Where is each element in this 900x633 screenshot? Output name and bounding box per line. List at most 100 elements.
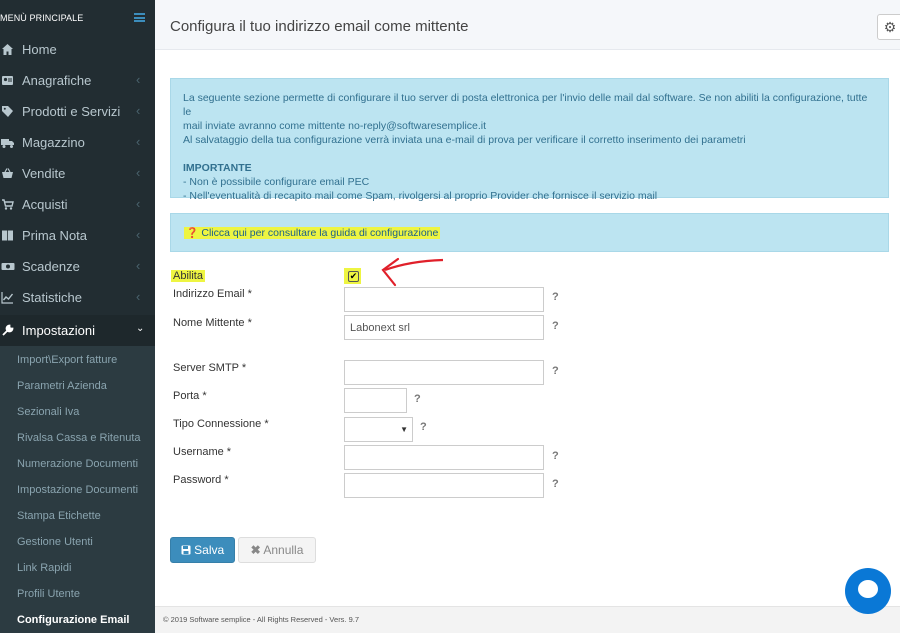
info-bullet: - Non è possibile configurare email PEC: [183, 176, 370, 188]
help-icon[interactable]: ?: [552, 320, 559, 332]
close-icon: ✖: [250, 543, 261, 557]
important-heading: IMPORTANTE: [183, 162, 252, 174]
chevron-left-icon: ‹: [136, 103, 141, 118]
wrench-icon: [1, 324, 14, 337]
sidebar-item-label: Acquisti: [22, 197, 68, 212]
book-icon: [1, 229, 14, 242]
sidebar-item-label: Home: [22, 42, 57, 57]
floppy-icon: [181, 543, 194, 557]
submenu-item[interactable]: Gestione Utenti: [17, 536, 93, 548]
page-header: Configura il tuo indirizzo email come mi…: [155, 0, 900, 50]
help-icon[interactable]: ?: [552, 291, 559, 303]
sidebar-item-impostazioni[interactable]: Impostazioni ⌄: [0, 315, 155, 346]
sender-name-label: Nome Mittente *: [173, 317, 252, 329]
sidebar-item-label: Magazzino: [22, 135, 85, 150]
submenu-item-configurazione-email[interactable]: Configurazione Email: [17, 614, 129, 626]
chat-button[interactable]: [845, 568, 891, 614]
info-text: Al salvataggio della tua configurazione …: [183, 134, 746, 146]
submenu-item[interactable]: Numerazione Documenti: [17, 458, 138, 470]
chevron-left-icon: ‹: [136, 72, 141, 87]
chevron-left-icon: ‹: [136, 227, 141, 242]
guide-alert: ❓ Clicca qui per consultare la guida di …: [170, 213, 889, 252]
chart-icon: [1, 291, 14, 304]
save-button[interactable]: Salva: [170, 537, 235, 563]
sender-name-field[interactable]: [344, 315, 544, 340]
sidebar-item-prima-nota[interactable]: Prima Nota ‹: [0, 220, 155, 251]
sidebar-item-anagrafiche[interactable]: Anagrafiche ‹: [0, 65, 155, 96]
hamburger-icon[interactable]: [134, 13, 145, 22]
cancel-label: Annulla: [263, 543, 304, 557]
submenu-item[interactable]: Rivalsa Cassa e Ritenuta: [17, 432, 141, 444]
sidebar-item-label: Scadenze: [22, 259, 80, 274]
sidebar-item-scadenze[interactable]: Scadenze ‹: [0, 251, 155, 282]
enable-label: Abilita: [171, 270, 205, 282]
main-content: Configura il tuo indirizzo email come mi…: [155, 0, 900, 633]
annotation-arrow: [381, 257, 444, 287]
sidebar-item-label: Prima Nota: [22, 228, 88, 243]
chevron-left-icon: ‹: [136, 258, 141, 273]
submenu-item[interactable]: Profili Utente: [17, 588, 80, 600]
sidebar-title: MENÙ PRINCIPALE: [0, 13, 84, 23]
submenu-item[interactable]: Stampa Etichette: [17, 510, 101, 522]
submenu-item[interactable]: Import\Export fatture: [17, 354, 117, 366]
help-icon[interactable]: ?: [552, 365, 559, 377]
gear-icon: ⚙: [883, 19, 897, 35]
sidebar-item-label: Impostazioni: [22, 323, 95, 338]
page-title: Configura il tuo indirizzo email come mi…: [170, 18, 469, 35]
connection-type-label: Tipo Connessione *: [173, 418, 269, 430]
help-icon[interactable]: ?: [552, 478, 559, 490]
sidebar-item-magazzino[interactable]: Magazzino ‹: [0, 127, 155, 158]
info-text: mail inviate avranno come mittente no-re…: [183, 120, 487, 132]
submenu-item[interactable]: Impostazione Documenti: [17, 484, 138, 496]
password-field[interactable]: [344, 473, 544, 498]
email-field[interactable]: [344, 287, 544, 312]
help-icon[interactable]: ?: [552, 450, 559, 462]
sidebar-item-label: Prodotti e Servizi: [22, 104, 121, 119]
sidebar-item-label: Anagrafiche: [22, 73, 92, 88]
submenu-item[interactable]: Link Rapidi: [17, 562, 71, 574]
help-icon[interactable]: ?: [420, 421, 427, 433]
username-field[interactable]: [344, 445, 544, 470]
sidebar-item-vendite[interactable]: Vendite ‹: [0, 158, 155, 189]
username-label: Username *: [173, 446, 232, 458]
guide-link[interactable]: ❓ Clicca qui per consultare la guida di …: [184, 227, 441, 239]
footer-text: © 2019 Software semplice - All Rights Re…: [163, 615, 360, 624]
sidebar-item-label: Statistiche: [22, 290, 82, 305]
sidebar: MENÙ PRINCIPALE Home Anagrafiche ‹ Prodo…: [0, 0, 155, 633]
smtp-server-field[interactable]: [344, 360, 544, 385]
connection-type-select[interactable]: ▼: [344, 417, 413, 442]
enable-checkbox[interactable]: ✔: [348, 271, 359, 282]
sidebar-item-prodotti[interactable]: Prodotti e Servizi ‹: [0, 96, 155, 127]
cancel-button[interactable]: ✖ Annulla: [238, 537, 316, 563]
question-circle-icon: ❓: [186, 228, 199, 239]
info-alert: La seguente sezione permette di configur…: [170, 78, 889, 202]
info-bullet: - Nell'eventualità di recapito mail come…: [183, 190, 658, 202]
cart-icon: [1, 198, 14, 211]
chevron-left-icon: ‹: [136, 196, 141, 211]
save-label: Salva: [194, 543, 225, 557]
submenu-impostazioni: Import\Export fatture Parametri Azienda …: [0, 346, 155, 633]
dashboard-icon: [1, 43, 14, 56]
port-label: Porta *: [173, 390, 207, 402]
smtp-server-label: Server SMTP *: [173, 362, 247, 374]
submenu-item[interactable]: Sezionali Iva: [17, 406, 79, 418]
tag-icon: [1, 105, 14, 118]
truck-icon: [1, 136, 14, 149]
sidebar-item-home[interactable]: Home: [0, 34, 155, 65]
chevron-down-icon: ⌄: [136, 323, 145, 334]
help-icon[interactable]: ?: [414, 393, 421, 405]
footer: © 2019 Software semplice - All Rights Re…: [155, 606, 900, 633]
info-text: La seguente sezione permette di configur…: [183, 92, 868, 118]
settings-button[interactable]: ⚙: [877, 14, 900, 40]
submenu-item[interactable]: Parametri Azienda: [17, 380, 107, 392]
password-label: Password *: [173, 474, 229, 486]
port-field[interactable]: [344, 388, 407, 413]
sidebar-item-label: Vendite: [22, 166, 66, 181]
money-icon: [1, 260, 15, 273]
sidebar-item-statistiche[interactable]: Statistiche ‹: [0, 282, 155, 313]
sidebar-header: MENÙ PRINCIPALE: [0, 0, 155, 34]
sidebar-item-acquisti[interactable]: Acquisti ‹: [0, 189, 155, 220]
address-book-icon: [1, 74, 14, 87]
email-label: Indirizzo Email *: [173, 288, 252, 300]
basket-icon: [1, 167, 14, 180]
